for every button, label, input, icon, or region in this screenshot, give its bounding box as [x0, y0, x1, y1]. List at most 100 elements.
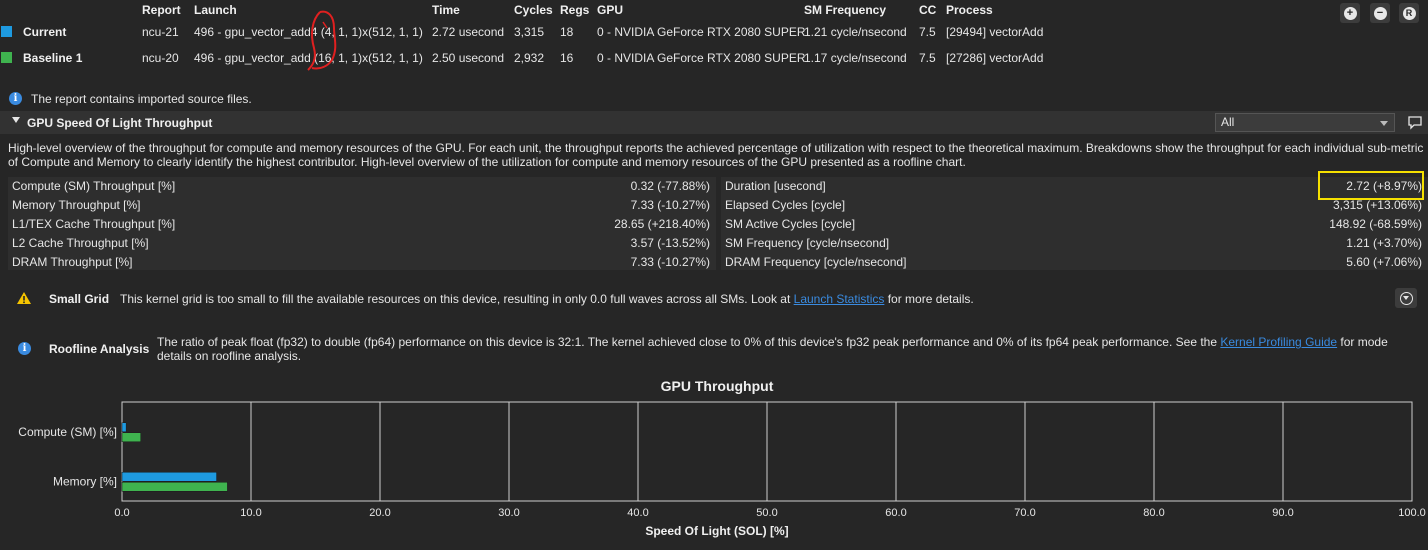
plus-circle-icon: + [1343, 6, 1357, 20]
metric-label: L2 Cache Throughput [%] [12, 236, 149, 250]
current-cycles: 3,315 [514, 25, 545, 39]
info-icon: i [9, 92, 22, 105]
section-header[interactable] [0, 111, 1428, 134]
expand-rule-button[interactable] [1395, 288, 1417, 308]
red-annotation-mark [307, 10, 337, 71]
metric-value: 7.33 (-10.27%) [630, 255, 710, 269]
baseline-process: [27286] vectorAdd [946, 51, 1044, 65]
current-time: 2.72 usecond [432, 25, 505, 39]
section-title[interactable]: GPU Speed Of Light Throughput [27, 116, 212, 130]
table-row[interactable]: DRAM Throughput [%] 7.33 (-10.27%) [8, 253, 716, 272]
rule-text-after: for more details. [884, 292, 974, 306]
reset-icon: R [1402, 6, 1416, 20]
header-time[interactable]: Time [432, 3, 460, 17]
baseline-report: ncu-20 [142, 51, 179, 65]
header-gpu[interactable]: GPU [597, 3, 623, 17]
result-name-baseline[interactable]: Baseline 1 [23, 51, 82, 65]
minus-circle-icon: − [1373, 6, 1387, 20]
metrics-table-left: Compute (SM) Throughput [%] 0.32 (-77.88%… [8, 177, 716, 270]
comment-icon[interactable] [1407, 115, 1423, 130]
y-category-label: Memory [%] [53, 474, 117, 488]
table-row[interactable]: SM Frequency [cycle/nsecond] 1.21 (+3.70%… [721, 234, 1428, 253]
table-row[interactable]: L1/TEX Cache Throughput [%] 28.65 (+218.4… [8, 215, 716, 234]
metric-label: Compute (SM) Throughput [%] [12, 179, 176, 193]
rule-text-before: This kernel grid is too small to fill th… [120, 292, 794, 306]
kernel-profiling-guide-link[interactable]: Kernel Profiling Guide [1220, 335, 1337, 349]
chart-title: GPU Throughput [661, 378, 774, 394]
metric-value: 3.57 (-13.52%) [630, 236, 710, 250]
x-tick-label: 10.0 [240, 507, 261, 519]
x-tick-label: 30.0 [498, 507, 519, 519]
header-process[interactable]: Process [946, 3, 993, 17]
table-row[interactable]: SM Active Cycles [cycle] 148.92 (-68.59%) [721, 215, 1428, 234]
chevron-down-circle-icon [1399, 291, 1413, 305]
gpu-throughput-chart: GPU Throughput 0.0 10.0 20.0 30.0 40.0 50.0 60.… [18, 378, 1426, 538]
baseline-gpu: 0 - NVIDIA GeForce RTX 2080 SUPER [597, 51, 806, 65]
rule-text-small-grid: This kernel grid is too small to fill th… [120, 292, 974, 306]
metric-label: Duration [usecond] [725, 179, 826, 193]
current-color-swatch [1, 26, 12, 37]
current-gpu: 0 - NVIDIA GeForce RTX 2080 SUPER [597, 25, 806, 39]
x-tick-label: 0.0 [114, 507, 129, 519]
chevron-down-icon [1380, 121, 1388, 126]
current-process: [29494] vectorAdd [946, 25, 1044, 39]
current-cc: 7.5 [919, 25, 936, 39]
header-report[interactable]: Report [142, 3, 181, 17]
yellow-highlight-box [1318, 171, 1424, 200]
remove-baseline-button[interactable]: − [1370, 3, 1390, 23]
x-tick-label: 70.0 [1014, 507, 1035, 519]
bar-current [121, 472, 217, 482]
section-description: High-level overview of the throughput fo… [8, 141, 1424, 169]
x-tick-label: 90.0 [1272, 507, 1293, 519]
table-row[interactable]: Memory Throughput [%] 7.33 (-10.27%) [8, 196, 716, 215]
baseline-cc: 7.5 [919, 51, 936, 65]
table-row[interactable]: L2 Cache Throughput [%] 3.57 (-13.52%) [8, 234, 716, 253]
x-tick-label: 60.0 [885, 507, 906, 519]
bar-current [121, 422, 127, 432]
x-tick-label: 20.0 [369, 507, 390, 519]
add-baseline-button[interactable]: + [1340, 3, 1360, 23]
reset-button[interactable]: R [1399, 3, 1419, 23]
metric-label: DRAM Throughput [%] [12, 255, 133, 269]
baseline-color-swatch [1, 52, 12, 63]
header-launch[interactable]: Launch [194, 3, 237, 17]
info-icon: i [18, 342, 31, 355]
header-sm-frequency[interactable]: SM Frequency [804, 3, 886, 17]
x-tick-label: 80.0 [1143, 507, 1164, 519]
x-tick-label: 100.0 [1398, 507, 1426, 519]
metric-label: Memory Throughput [%] [12, 198, 141, 212]
table-row[interactable]: DRAM Frequency [cycle/nsecond] 5.60 (+7.0… [721, 253, 1428, 272]
header-cycles[interactable]: Cycles [514, 3, 553, 17]
result-name-current[interactable]: Current [23, 25, 66, 39]
header-cc[interactable]: CC [919, 3, 936, 17]
y-category-label: Compute (SM) [%] [18, 425, 117, 439]
rule-title-roofline: Roofline Analysis [49, 342, 150, 356]
metric-label: SM Active Cycles [cycle] [725, 217, 856, 231]
baseline-sm-frequency: 1.17 cycle/nsecond [804, 51, 907, 65]
bar-baseline-1 [121, 482, 228, 492]
warning-icon [17, 292, 31, 304]
table-row[interactable]: Compute (SM) Throughput [%] 0.32 (-77.88%… [8, 177, 716, 196]
current-regs: 18 [560, 25, 574, 39]
metric-label: L1/TEX Cache Throughput [%] [12, 217, 176, 231]
metric-value: 0.32 (-77.88%) [630, 179, 710, 193]
metric-value: 1.21 (+3.70%) [1346, 236, 1422, 250]
metric-value: 148.92 (-68.59%) [1329, 217, 1422, 231]
metric-value: 5.60 (+7.06%) [1346, 255, 1422, 269]
body-filter-dropdown[interactable]: All [1215, 113, 1395, 132]
rule-text-before: The ratio of peak float (fp32) to double… [157, 335, 1221, 349]
x-axis-label: Speed Of Light (SOL) [%] [645, 524, 788, 538]
imported-source-notice: The report contains imported source file… [31, 92, 252, 106]
baseline-time: 2.50 usecond [432, 51, 505, 65]
collapse-arrow-icon[interactable] [12, 117, 20, 123]
current-sm-frequency: 1.21 cycle/nsecond [804, 25, 907, 39]
metric-label: SM Frequency [cycle/nsecond] [725, 236, 890, 250]
x-tick-label: 50.0 [756, 507, 777, 519]
metric-value: 7.33 (-10.27%) [630, 198, 710, 212]
header-regs[interactable]: Regs [560, 3, 589, 17]
launch-statistics-link[interactable]: Launch Statistics [794, 292, 885, 306]
baseline-regs: 16 [560, 51, 574, 65]
x-tick-label: 40.0 [627, 507, 648, 519]
metric-value: 28.65 (+218.40%) [614, 217, 710, 231]
rule-text-roofline: The ratio of peak float (fp32) to double… [157, 335, 1417, 363]
